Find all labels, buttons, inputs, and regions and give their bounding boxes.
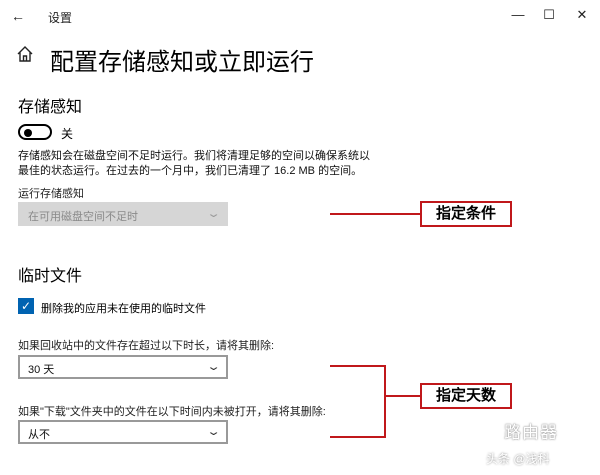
- annotation-days: 指定天数: [420, 383, 512, 409]
- delete-temp-files-label: 删除我的应用未在使用的临时文件: [41, 303, 206, 315]
- run-storage-sense-value: 在可用磁盘空间不足时: [28, 211, 138, 223]
- toggle-state-label: 关: [61, 127, 74, 141]
- chevron-down-icon: ⌄: [206, 361, 221, 373]
- run-storage-sense-select: 在可用磁盘空间不足时 ⌄: [18, 202, 228, 226]
- app-title: 设置: [48, 11, 73, 25]
- minimize-button[interactable]: —: [505, 5, 531, 25]
- annotation-line-days-bottom: [330, 436, 385, 438]
- annotation-bracket: [384, 365, 386, 438]
- home-icon[interactable]: [16, 45, 34, 63]
- storage-sense-description-1: 存储感知会在磁盘空间不足时运行。我们将清理足够的空间以确保系统以: [18, 150, 370, 162]
- downloads-value: 从不: [28, 429, 50, 441]
- annotation-line-days-mid: [384, 395, 420, 397]
- back-arrow-icon[interactable]: ←: [6, 5, 30, 27]
- recycle-bin-value: 30 天: [28, 364, 55, 376]
- toggle-knob: [24, 129, 32, 137]
- recycle-bin-select[interactable]: 30 天 ⌄: [18, 355, 228, 379]
- watermark-source: 头条 @浅科: [486, 452, 550, 466]
- storage-sense-toggle[interactable]: [18, 124, 52, 140]
- annotation-condition: 指定条件: [420, 201, 512, 227]
- annotation-line-days-top: [330, 365, 385, 367]
- downloads-label: 如果"下载"文件夹中的文件在以下时间内未被打开，请将其删除:: [18, 406, 326, 418]
- delete-temp-files-checkbox[interactable]: ✓: [18, 298, 34, 314]
- downloads-select[interactable]: 从不 ⌄: [18, 420, 228, 444]
- close-button[interactable]: ✕: [569, 5, 595, 25]
- page-title: 配置存储感知或立即运行: [50, 49, 314, 76]
- router-logo-icon: [454, 421, 496, 445]
- recycle-bin-label: 如果回收站中的文件存在超过以下时长，请将其删除:: [18, 340, 275, 352]
- watermark: 路由器 头条 @浅科: [452, 410, 597, 470]
- temp-files-heading: 临时文件: [18, 268, 83, 285]
- run-storage-sense-label: 运行存储感知: [18, 188, 84, 200]
- annotation-line-condition: [330, 213, 420, 215]
- chevron-down-icon: ⌄: [206, 426, 221, 438]
- maximize-button[interactable]: ☐: [536, 5, 562, 25]
- storage-sense-heading: 存储感知: [18, 99, 83, 116]
- watermark-brand: 路由器: [504, 423, 558, 442]
- chevron-down-icon: ⌄: [206, 208, 221, 220]
- storage-sense-description-2: 最佳的状态运行。在过去的一个月中，我们已清理了 16.2 MB 的空间。: [18, 165, 363, 177]
